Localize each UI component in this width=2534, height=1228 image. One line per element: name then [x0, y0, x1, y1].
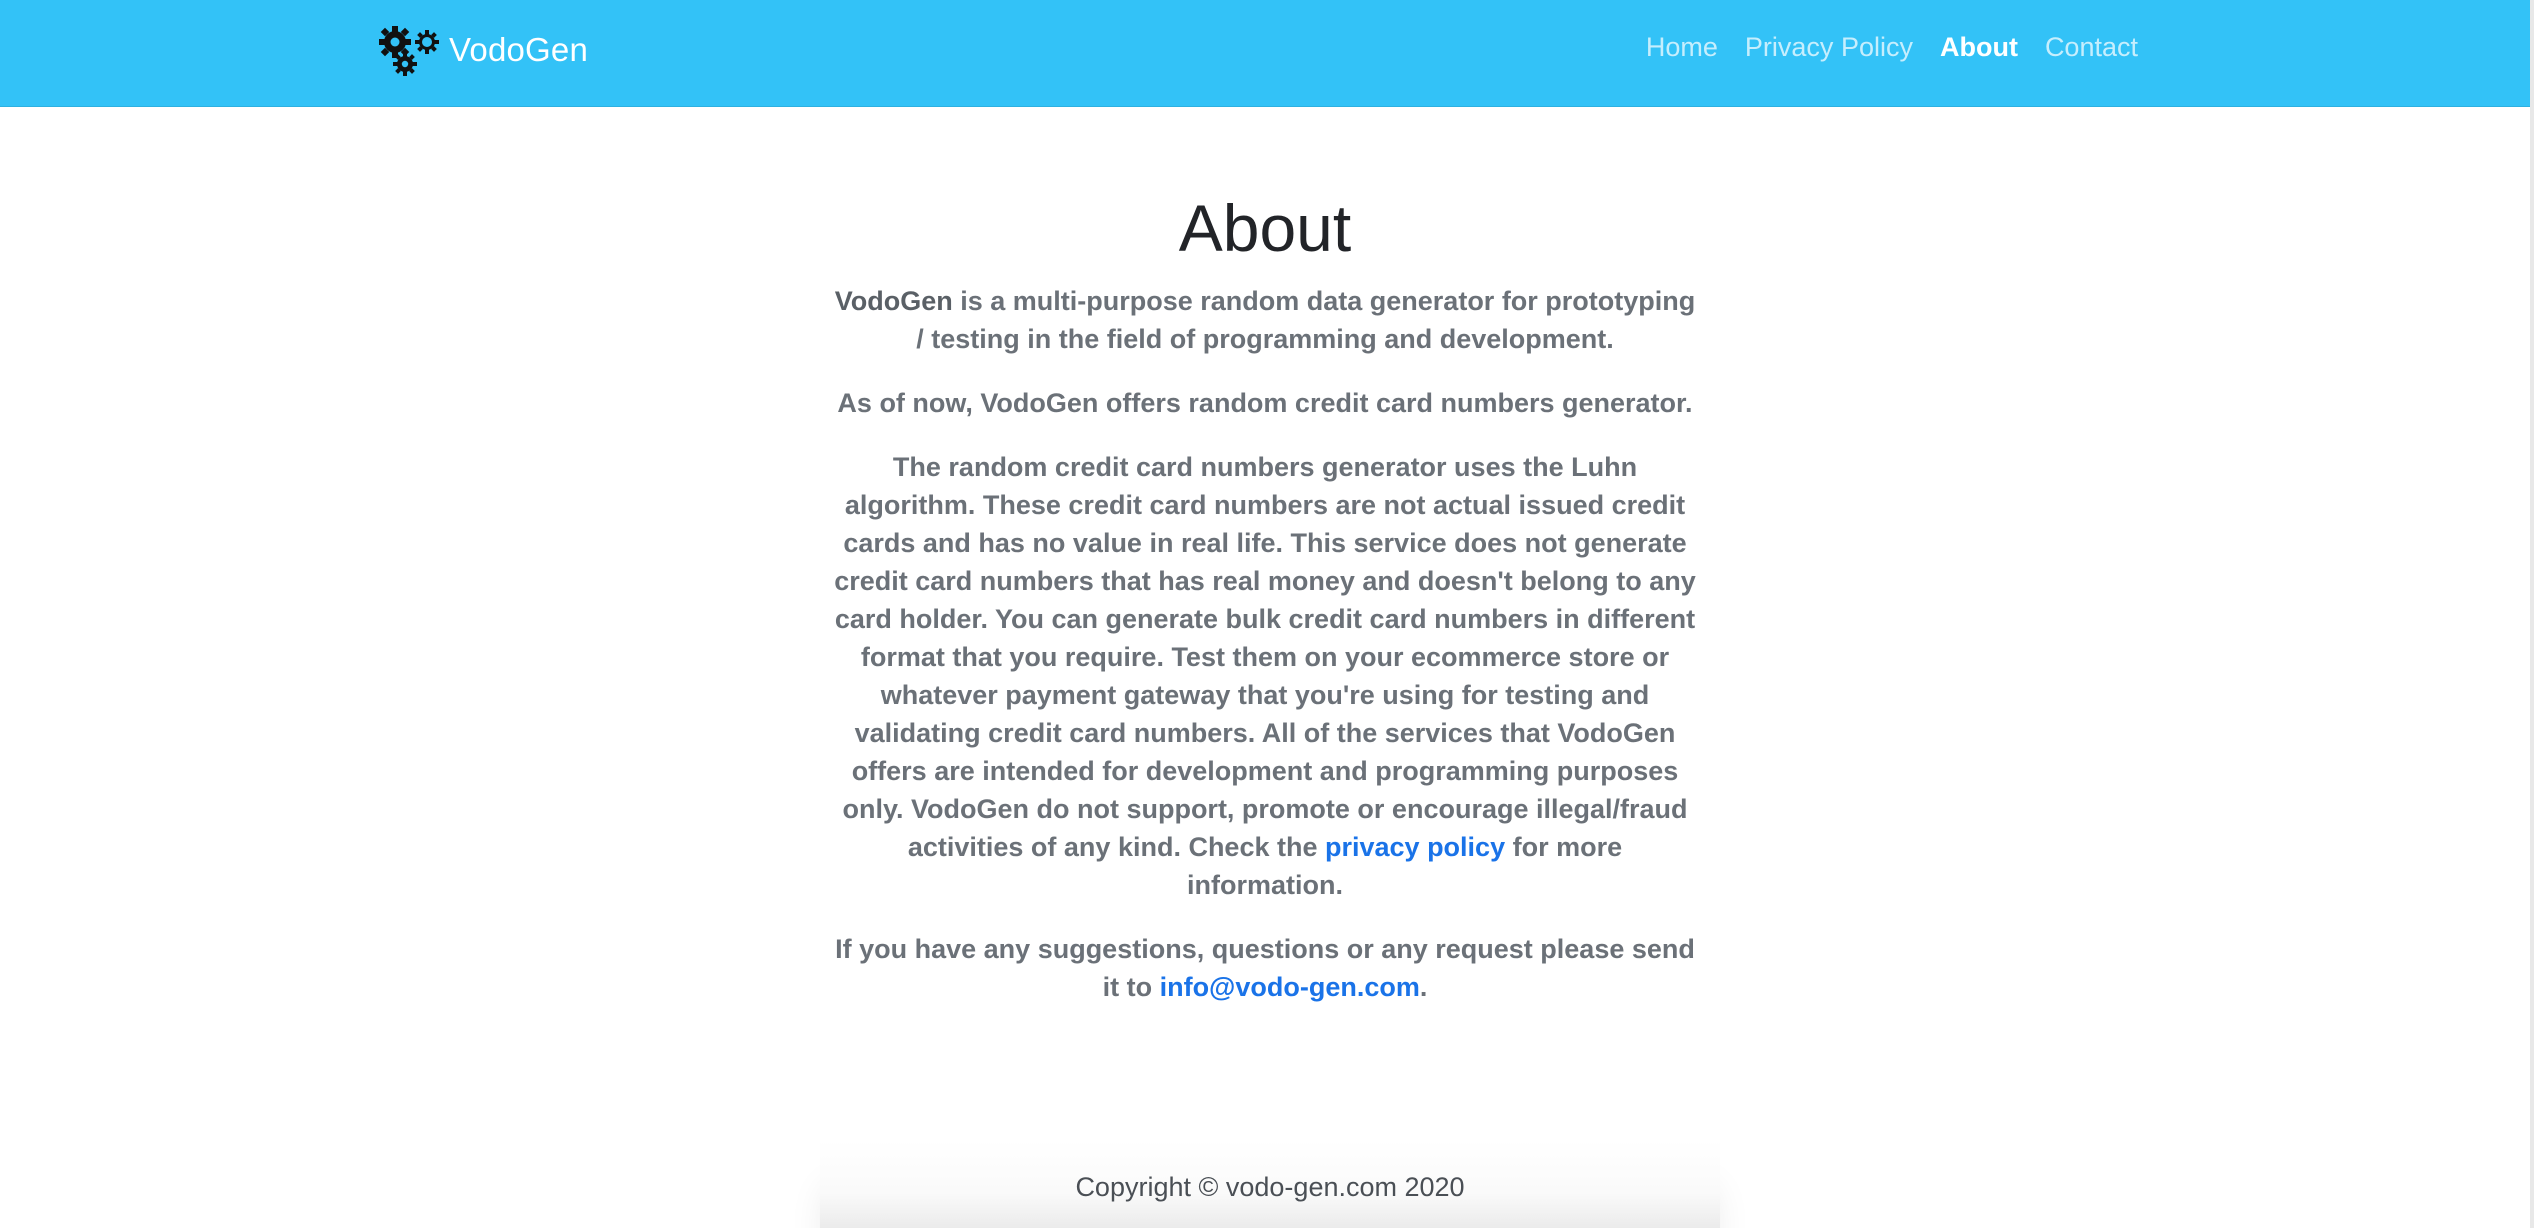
brand-link[interactable]: VodoGen	[375, 20, 588, 80]
intro-paragraph: VodoGen is a multi-purpose random data g…	[830, 282, 1700, 358]
nav-link-privacy-policy[interactable]: Privacy Policy	[1745, 32, 1913, 63]
nav-link-contact[interactable]: Contact	[2045, 32, 2138, 63]
nav-link-about[interactable]: About	[1940, 32, 2018, 63]
offer-paragraph: As of now, VodoGen offers random credit …	[837, 388, 1693, 418]
details-paragraph: The random credit card numbers generator…	[830, 448, 1700, 904]
contact-paragraph: If you have any suggestions, questions o…	[830, 930, 1700, 1006]
copyright-text: Copyright © vodo-gen.com 2020	[1075, 1172, 1465, 1202]
privacy-policy-link[interactable]: privacy policy	[1325, 832, 1505, 862]
navbar: VodoGen Home Privacy Policy About Contac…	[0, 0, 2530, 107]
intro-brand: VodoGen	[834, 286, 953, 316]
about-content: VodoGen is a multi-purpose random data g…	[830, 282, 1700, 1006]
gears-icon	[379, 26, 439, 76]
scrollbar[interactable]	[2530, 0, 2534, 1228]
intro-text: is a multi-purpose random data generator…	[916, 286, 1696, 354]
page-title: About	[1178, 191, 1352, 265]
email-link[interactable]: info@vodo-gen.com	[1160, 972, 1420, 1002]
page: VodoGen Home Privacy Policy About Contac…	[0, 0, 2534, 1228]
nav-links: Home Privacy Policy About Contact	[1619, 32, 2138, 63]
footer: Copyright © vodo-gen.com 2020	[820, 1140, 1720, 1228]
contact-text-end: .	[1419, 972, 1428, 1002]
nav-link-home[interactable]: Home	[1646, 32, 1718, 63]
details-text: The random credit card numbers generator…	[834, 452, 1696, 862]
main-content: About VodoGen is a multi-purpose random …	[0, 106, 2530, 1032]
brand-name: VodoGen	[449, 31, 589, 68]
